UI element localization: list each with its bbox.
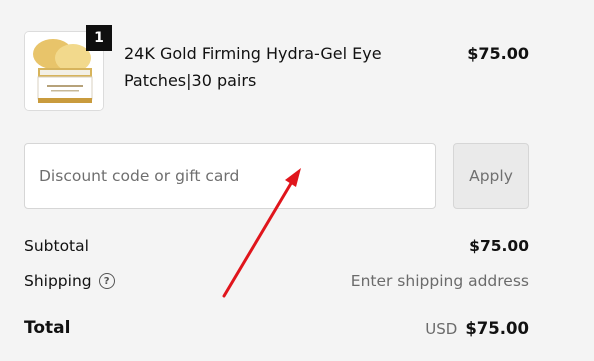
subtotal-label: Subtotal	[24, 237, 89, 255]
shipping-label-group: Shipping ?	[24, 272, 115, 290]
quantity-badge: 1	[86, 25, 112, 51]
order-summary: 1 24K Gold Firming Hydra-Gel Eye Patches…	[0, 0, 594, 361]
subtotal-row: Subtotal $75.00	[24, 234, 529, 258]
discount-code-input[interactable]	[24, 143, 436, 209]
product-name: 24K Gold Firming Hydra-Gel Eye Patches|3…	[124, 44, 382, 90]
subtotal-value: $75.00	[469, 237, 529, 255]
total-row: Total USD $75.00	[24, 315, 529, 341]
product-price: $75.00	[467, 44, 529, 63]
apply-button[interactable]: Apply	[453, 143, 529, 209]
currency-code: USD	[425, 319, 458, 338]
total-value: $75.00	[465, 318, 529, 338]
shipping-row: Shipping ? Enter shipping address	[24, 269, 529, 293]
shipping-value: Enter shipping address	[350, 272, 529, 290]
question-circle-icon[interactable]: ?	[98, 273, 115, 289]
total-amount-group: USD $75.00	[425, 319, 529, 338]
total-label: Total	[24, 318, 71, 338]
shipping-label: Shipping	[24, 272, 92, 290]
